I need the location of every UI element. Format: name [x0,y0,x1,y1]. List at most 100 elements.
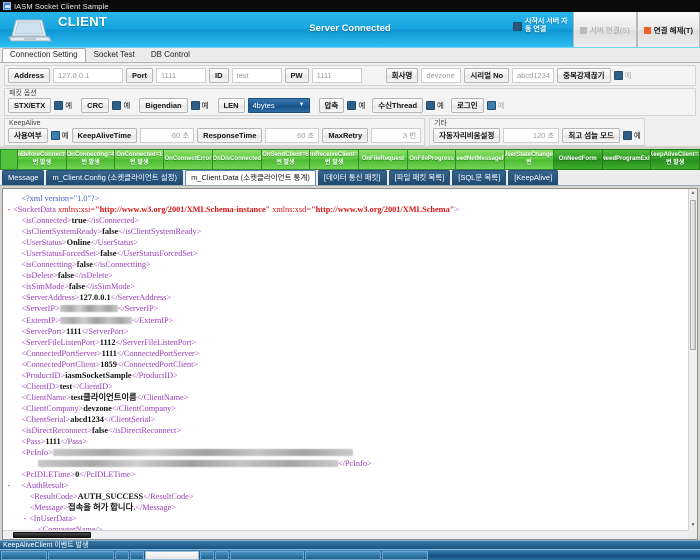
company-label[interactable]: 회사명 [385,68,419,83]
keepalive-time-label[interactable]: KeepAliveTime [71,128,138,143]
subtab-client-data[interactable]: m_Client.Data (소켓클라이언트 통계) [185,170,316,185]
response-time-label[interactable]: ResponseTime [197,128,263,143]
event-button-onuserstatechanged[interactable]: OnUserStateChanged=1번 [505,149,554,170]
crc-checkbox[interactable] [112,101,122,110]
event-button-onreceiveclient[interactable]: OnReceiveClient=5번 발생 [310,149,360,170]
keepalive-use-text: 예 [61,131,69,140]
dup-block-option[interactable]: 예 [613,70,631,81]
serial-input[interactable]: abcd1234 [512,68,555,83]
event-button-keepaliveclient[interactable]: KeepAliveClient=2번 발생 [651,149,700,170]
id-input[interactable]: test [231,68,282,83]
auto-away-label[interactable]: 자동자리비움설정 [433,128,501,143]
crc-option[interactable]: 예 [112,100,130,111]
xml-node: - <ClientID>test</ClientID> [21,381,113,391]
scroll-up-icon[interactable]: ▲ [689,189,697,198]
event-button-ondisconnected[interactable]: OnDisConnected [212,149,262,170]
company-input[interactable]: devzone [421,68,462,83]
xml-viewer[interactable]: - <?xml version="1.0"?> -<SocketData xmln… [2,188,698,540]
login-option[interactable]: 예 [486,100,505,111]
vertical-scrollbar[interactable]: ▲ ▼ [688,189,697,530]
keepalive-time-input[interactable]: 60 초 [140,128,195,143]
stxetx-checkbox[interactable] [54,101,64,110]
taskbar-item[interactable] [115,550,129,560]
event-button-needprogramexit[interactable]: NeedProgramExit [602,149,652,170]
dup-block-checkbox[interactable] [613,71,623,80]
recv-thread-checkbox[interactable] [426,101,436,110]
recv-thread-label[interactable]: 수신Thread [372,98,424,113]
stxetx-option[interactable]: 예 [54,100,72,111]
vertical-scroll-thumb[interactable] [690,200,696,350]
recv-thread-option[interactable]: 예 [426,100,444,111]
horizontal-scrollbar[interactable] [3,530,688,539]
event-button-onconnecting[interactable]: OnConnecting=4번 발생 [66,149,116,170]
taskbar-item[interactable] [200,550,214,560]
play-icon [580,26,588,34]
disconnect-button[interactable]: 연결 해제(T) [636,12,700,47]
keepalive-use-checkbox[interactable] [50,131,60,140]
keepalive-use-label[interactable]: 사용여부 [8,128,48,143]
connect-button[interactable]: 서버 연결(S) [573,12,637,47]
event-button-onfileprogress[interactable]: OnFileProgress [407,149,457,170]
pw-input[interactable]: 1111 [311,68,362,83]
serial-label[interactable]: 시리얼 No [464,68,510,83]
taskbar-item-active[interactable] [145,550,199,560]
horizontal-scroll-thumb[interactable] [13,532,91,538]
tab-socket-test[interactable]: Socket Test [86,48,143,63]
subtab-client-config[interactable]: m_Client.Config (소켓클라이언트 설정) [46,170,184,185]
bigendian-option[interactable]: 예 [190,100,209,111]
tab-connection-setting[interactable]: Connection Setting [2,47,86,62]
etc-controls: 자동자리비움설정 120 초 최고 섬늘 모드 예 [433,128,641,143]
stxetx-label[interactable]: STX/ETX [8,98,52,113]
address-label[interactable]: Address [8,68,51,83]
login-checkbox[interactable] [486,101,496,110]
event-button-onconnecterror[interactable]: OnConnectError [164,149,213,170]
event-button-onconnected[interactable]: OnConnected=1번 발생 [115,149,165,170]
subtab-data-packet[interactable]: [데이터 통신 패킷] [317,170,387,185]
compress-option[interactable]: 예 [347,100,365,111]
crc-label[interactable]: CRC [81,98,110,113]
len-combobox[interactable]: 4bytes ▼ [247,98,310,113]
response-time-input[interactable]: 60 초 [265,128,320,143]
compress-label[interactable]: 압축 [318,98,345,113]
autoconnect-checkbox[interactable] [513,21,522,31]
sim-mode-option[interactable]: 예 [622,130,641,141]
xml-node: - <ProductID>iasmSocketSample</ProductID… [21,370,178,380]
max-retry-label[interactable]: MaxRetry [322,128,369,143]
taskbar-quicklaunch[interactable] [48,550,114,560]
event-button-onneedform[interactable]: OnNeedForm [553,149,603,170]
sim-mode-label[interactable]: 최고 섬늘 모드 [562,128,620,143]
event-button-onfilerequest[interactable]: OnFileRequest [359,149,408,170]
auto-away-input[interactable]: 120 초 [503,128,560,143]
subtab-message[interactable]: Message [2,170,45,185]
subtab-file-packet[interactable]: [파일 패킷 목록] [388,170,451,185]
event-button-onbeforeconnect[interactable]: OnBeforeConnect=1번 발생 [18,149,67,170]
autoconnect-option[interactable]: 시작시 서버 자동 연결 [513,18,569,34]
port-input[interactable]: 1111 [156,68,207,83]
taskbar-tray[interactable] [382,550,428,560]
address-input[interactable]: 127.0.0.1 [53,68,124,83]
keepalive-use-option[interactable]: 예 [50,130,69,141]
taskbar-start-button[interactable] [1,550,47,560]
max-retry-input[interactable]: 3 번 [371,128,422,143]
event-button-onneednetmessageform[interactable]: OnNeedNetMessageForm [456,149,506,170]
len-label[interactable]: LEN [217,98,245,113]
port-label[interactable]: Port [126,68,154,83]
login-label[interactable]: 로그인 [450,98,484,113]
taskbar-item[interactable] [305,550,381,560]
id-label[interactable]: ID [209,68,229,83]
bigendian-checkbox[interactable] [190,101,200,110]
tab-db-control[interactable]: DB Control [143,48,198,63]
taskbar-item[interactable] [130,550,144,560]
subtab-sql-list[interactable]: [SQL문 목록] [452,170,507,185]
sim-mode-checkbox[interactable] [622,131,632,140]
pw-label[interactable]: PW [284,68,309,83]
xml-line: - <SocketData xmlns:xsi="http://www.w3.or… [6,205,460,216]
dup-block-label[interactable]: 중복강제끊기 [557,68,611,83]
compress-checkbox[interactable] [347,101,357,110]
scroll-down-icon[interactable]: ▼ [689,521,697,530]
event-button-onsendclient[interactable]: OnSendClient=6번 발생 [261,149,311,170]
bigendian-label[interactable]: Bigendian [139,98,188,113]
subtab-keepalive[interactable]: [KeepAlive] [508,170,559,185]
taskbar-item[interactable] [230,550,304,560]
taskbar-item[interactable] [215,550,229,560]
